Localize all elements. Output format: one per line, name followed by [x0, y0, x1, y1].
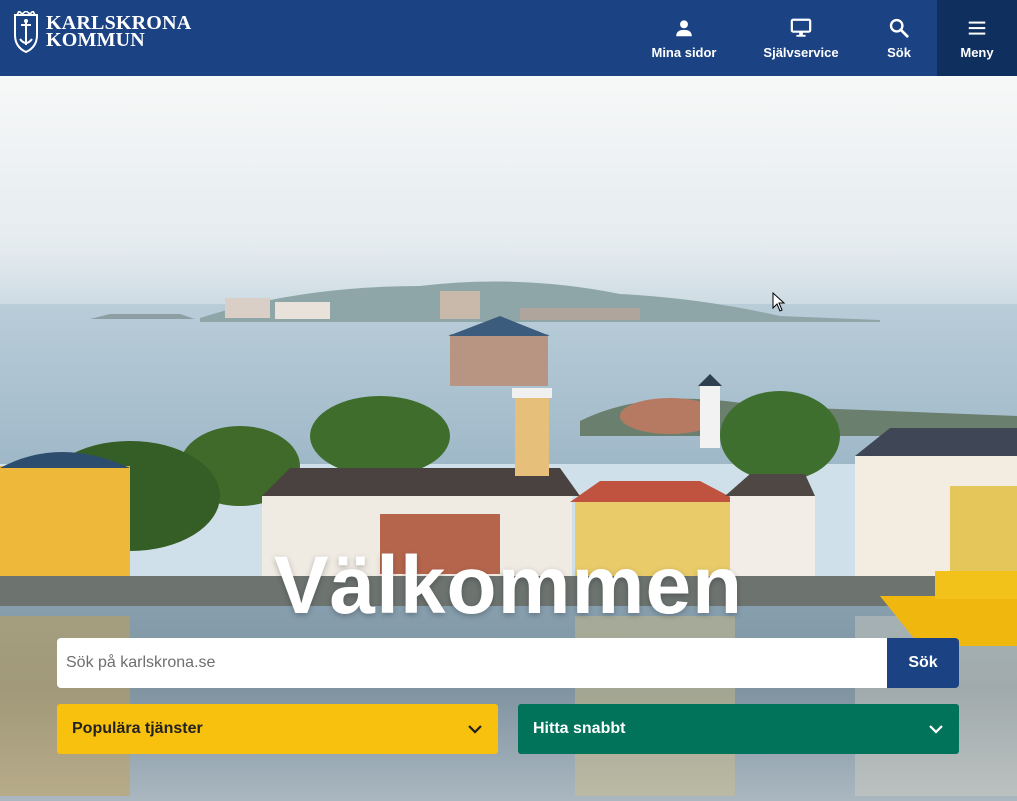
chevron-down-icon — [929, 725, 943, 734]
quick-find-dropdown[interactable]: Hitta snabbt — [518, 704, 959, 754]
chevron-down-icon — [468, 725, 482, 734]
nav-sjalvservice[interactable]: Självservice — [752, 0, 850, 76]
quick-find-label: Hitta snabbt — [533, 720, 626, 737]
crest-icon — [14, 11, 38, 53]
search-submit-button[interactable]: Sök — [887, 638, 959, 688]
site-logo[interactable]: KARLSKRONA KOMMUN — [12, 10, 191, 54]
nav-meny[interactable]: Meny — [937, 0, 1017, 76]
nav-sok-label: Sök — [887, 44, 911, 60]
logo-line-2: KOMMUN — [46, 29, 145, 51]
search-icon — [889, 18, 909, 38]
welcome-heading: Välkommen — [273, 540, 744, 631]
nav-sok[interactable]: Sök — [870, 0, 928, 76]
hero-section: Välkommen Sök Populära tjänster Hitta sn… — [0, 76, 1017, 801]
person-icon — [676, 19, 692, 36]
nav-meny-label: Meny — [960, 44, 994, 60]
site-header: KARLSKRONA KOMMUN Mina sidor Självservic… — [0, 0, 1017, 76]
site-search-form: Sök — [57, 638, 959, 688]
site-search-input[interactable] — [57, 638, 887, 688]
nav-mina-sidor-label: Mina sidor — [651, 44, 717, 60]
popular-services-dropdown[interactable]: Populära tjänster — [57, 704, 498, 754]
hamburger-icon — [968, 21, 986, 35]
logo-wordmark: KARLSKRONA KOMMUN — [46, 13, 191, 51]
mouse-cursor-icon — [772, 292, 786, 312]
nav-sjalvservice-label: Självservice — [763, 44, 839, 60]
monitor-icon — [790, 18, 812, 37]
nav-mina-sidor[interactable]: Mina sidor — [640, 0, 728, 76]
popular-services-label: Populära tjänster — [72, 720, 203, 737]
hero-background-image — [0, 76, 1017, 801]
